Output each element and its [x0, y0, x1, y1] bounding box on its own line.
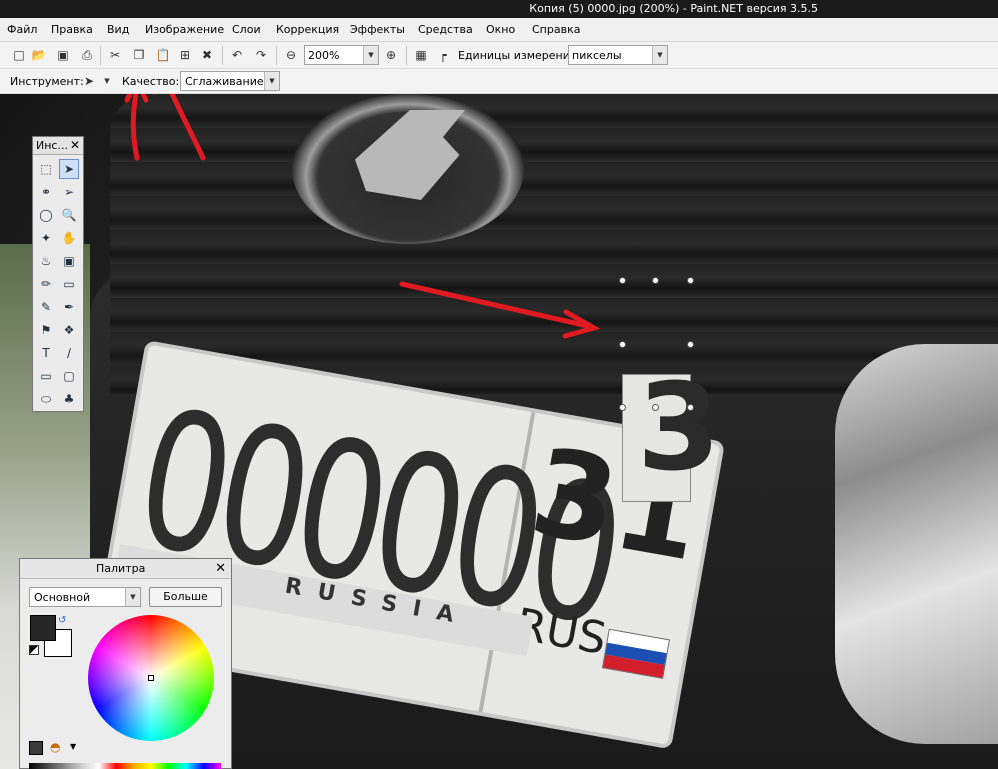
move-selection-icon[interactable]: ➤: [80, 72, 98, 90]
chevron-down-icon[interactable]: ▼: [125, 588, 140, 606]
deselect-icon[interactable]: ✖: [198, 46, 216, 64]
zoom-in-icon[interactable]: ⊕: [382, 46, 400, 64]
gradient-icon[interactable]: ▣: [59, 251, 79, 271]
chevron-down-icon[interactable]: ▼: [70, 742, 76, 751]
quality-value: Сглаживание: [185, 75, 264, 88]
palette-color-strip[interactable]: [29, 763, 221, 769]
color-picker-icon[interactable]: ✒: [59, 297, 79, 317]
freeform-shape-icon[interactable]: ♣: [59, 389, 79, 409]
menu-help[interactable]: Справка: [532, 23, 580, 36]
menu-adjustments[interactable]: Коррекция: [276, 23, 339, 36]
toolbar-separator: [276, 46, 277, 65]
units-value: пикселы: [572, 49, 622, 62]
clone-stamp-icon[interactable]: ⚑: [36, 320, 56, 340]
tools-panel-header[interactable]: Инс... ✕: [33, 137, 83, 155]
lasso-icon[interactable]: ⚭: [36, 182, 56, 202]
tool-options-bar: Инструмент: ➤ ▼ Качество: Сглаживание ▼: [0, 69, 998, 94]
cut-icon[interactable]: ✂: [106, 46, 124, 64]
more-button[interactable]: Больше: [149, 587, 222, 607]
tools-panel-title: Инс...: [36, 139, 68, 152]
chevron-down-icon[interactable]: ▼: [264, 72, 279, 90]
line-curve-icon[interactable]: ∕: [59, 343, 79, 363]
quality-label: Качество:: [122, 75, 180, 88]
menu-bar: Файл Правка Вид Изображение Слои Коррекц…: [0, 18, 998, 42]
color-mode-value: Основной: [34, 591, 91, 604]
palette-header[interactable]: Палитра ✕: [20, 559, 231, 579]
toolbar-separator: [406, 46, 407, 65]
arrow-to-selection: [399, 281, 601, 339]
window-title: Копия (5) 0000.jpg (200%) - Paint.NET ве…: [529, 2, 818, 15]
redo-icon[interactable]: ↷: [252, 46, 270, 64]
zoom-out-icon[interactable]: ⊖: [282, 46, 300, 64]
units-combobox[interactable]: пикселы ▼: [568, 45, 668, 65]
palette-title: Палитра: [96, 562, 146, 575]
pencil-icon[interactable]: ✎: [36, 297, 56, 317]
palette-menu-icon[interactable]: ◓: [50, 740, 60, 754]
chevron-down-icon[interactable]: ▼: [652, 46, 667, 64]
units-label: Единицы измерения:: [458, 49, 581, 62]
text-icon[interactable]: T: [36, 343, 56, 363]
menu-layers[interactable]: Слои: [232, 23, 261, 36]
chevron-down-icon[interactable]: ▼: [98, 72, 116, 90]
menu-effects[interactable]: Эффекты: [350, 23, 405, 36]
move-selection-icon[interactable]: ➤: [59, 159, 79, 179]
arrow-to-copy: [124, 94, 149, 161]
crop-icon[interactable]: ⊞: [176, 46, 194, 64]
zoom-icon[interactable]: 🔍: [59, 205, 79, 225]
menu-window[interactable]: Окно: [486, 23, 515, 36]
toolbar-separator: [222, 46, 223, 65]
tools-panel: Инс... ✕ ⬚ ➤ ⚭ ➢ ◯ 🔍 ✦ ✋ ♨ ▣ ✏ ▭ ✎ ✒ ⚑ ❖…: [32, 136, 84, 412]
magic-wand-icon[interactable]: ✦: [36, 228, 56, 248]
swap-colors-icon[interactable]: ↺: [58, 615, 66, 626]
ellipse-select-icon[interactable]: ◯: [36, 205, 56, 225]
ellipse-icon[interactable]: ⬭: [36, 389, 56, 409]
zoom-combobox[interactable]: 200% ▼: [304, 45, 379, 65]
menu-edit[interactable]: Правка: [51, 23, 93, 36]
rounded-rectangle-icon[interactable]: ▢: [59, 366, 79, 386]
rectangle-select-icon[interactable]: ⬚: [36, 159, 56, 179]
current-color-swatch[interactable]: [29, 741, 43, 755]
color-wheel-cursor: [148, 675, 154, 681]
arrow-to-paste: [153, 94, 206, 161]
quality-combobox[interactable]: Сглаживание ▼: [180, 71, 280, 91]
color-mode-combobox[interactable]: Основной ▼: [29, 587, 141, 607]
paste-icon[interactable]: 📋: [154, 46, 172, 64]
grid-icon[interactable]: ▦: [412, 46, 430, 64]
pan-hand-icon[interactable]: ✋: [59, 228, 79, 248]
recolor-icon[interactable]: ❖: [59, 320, 79, 340]
palette-panel: Палитра ✕ Основной ▼ Больше ↺ ◓ ▼: [19, 558, 232, 769]
menu-file[interactable]: Файл: [7, 23, 37, 36]
close-icon[interactable]: ✕: [215, 561, 226, 576]
chevron-down-icon[interactable]: ▼: [363, 46, 378, 64]
move-selection-tool-icon[interactable]: ➢: [59, 182, 79, 202]
save-icon[interactable]: ▣: [54, 46, 72, 64]
tool-label: Инструмент:: [10, 75, 84, 88]
undo-icon[interactable]: ↶: [228, 46, 246, 64]
toolbar-separator: [100, 46, 101, 65]
copy-icon[interactable]: ❐: [130, 46, 148, 64]
reset-colors-icon[interactable]: [29, 645, 39, 655]
print-icon[interactable]: ⎙: [78, 46, 96, 64]
rectangle-icon[interactable]: ▭: [36, 366, 56, 386]
menu-image[interactable]: Изображение: [145, 23, 224, 36]
paintbrush-icon[interactable]: ✏: [36, 274, 56, 294]
menu-view[interactable]: Вид: [107, 23, 129, 36]
zoom-value: 200%: [308, 49, 340, 62]
menu-utilities[interactable]: Средства: [418, 23, 473, 36]
open-icon[interactable]: 📂: [30, 46, 48, 64]
primary-color-swatch[interactable]: [30, 615, 56, 641]
main-toolbar: □ 📂 ▣ ⎙ ✂ ❐ 📋 ⊞ ✖ ↶ ↷ ⊖ 200% ▼ ⊕ ▦ ┍ Еди…: [0, 42, 998, 69]
paint-bucket-icon[interactable]: ♨: [36, 251, 56, 271]
new-icon[interactable]: □: [10, 46, 28, 64]
ruler-icon[interactable]: ┍: [434, 46, 452, 64]
eraser-icon[interactable]: ▭: [59, 274, 79, 294]
close-icon[interactable]: ✕: [70, 138, 80, 152]
title-bar: Копия (5) 0000.jpg (200%) - Paint.NET ве…: [0, 0, 998, 18]
